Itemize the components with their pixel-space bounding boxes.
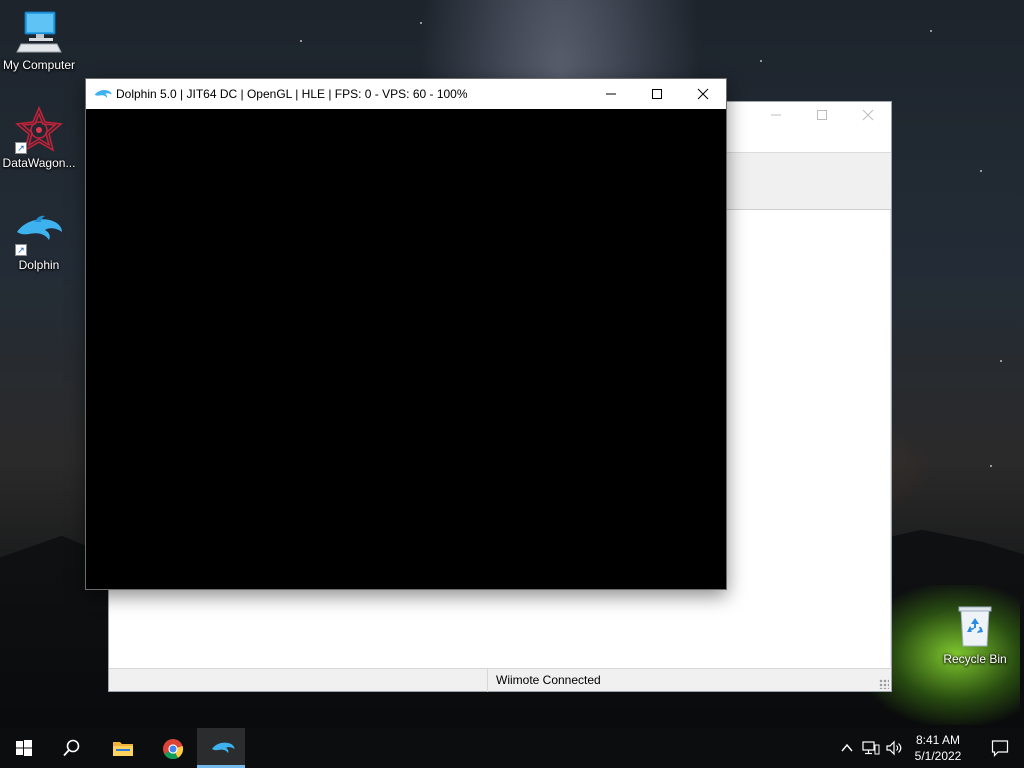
taskbar-clock[interactable]: 8:41 AM 5/1/2022 bbox=[900, 728, 976, 768]
show-hidden-icons-button[interactable] bbox=[838, 728, 856, 768]
maximize-icon bbox=[652, 89, 662, 99]
main-maximize-button[interactable] bbox=[799, 102, 845, 132]
render-maximize-button[interactable] bbox=[634, 79, 680, 109]
desktop-icon-dolphin[interactable]: ↗ Dolphin bbox=[0, 208, 78, 272]
search-button[interactable] bbox=[48, 728, 96, 768]
desktop-icon-label: Recycle Bin bbox=[943, 652, 1007, 666]
chrome-button[interactable] bbox=[148, 728, 196, 768]
wallpaper-star bbox=[420, 22, 422, 24]
desktop-icon-datawagon[interactable]: ↗ DataWagon... bbox=[0, 105, 78, 170]
desktop-icon-label: My Computer bbox=[2, 58, 76, 72]
desktop-icon-recycle-bin[interactable]: Recycle Bin bbox=[936, 602, 1014, 666]
clock-time: 8:41 AM bbox=[915, 733, 961, 747]
main-minimize-button[interactable] bbox=[753, 102, 799, 132]
chrome-icon bbox=[163, 739, 184, 760]
file-explorer-icon bbox=[113, 742, 133, 756]
dolphin-icon bbox=[212, 742, 235, 753]
network-icon bbox=[862, 741, 880, 755]
minimize-icon bbox=[771, 114, 781, 116]
shortcut-arrow-icon: ↗ bbox=[15, 142, 27, 154]
render-window-titlebar[interactable]: Dolphin 5.0 | JIT64 DC | OpenGL | HLE | … bbox=[86, 79, 726, 109]
main-close-button[interactable] bbox=[845, 102, 891, 132]
network-tray-button[interactable] bbox=[860, 728, 882, 768]
close-icon bbox=[862, 109, 874, 121]
wallpaper-star bbox=[760, 60, 762, 62]
desktop-icon-label: Dolphin bbox=[18, 258, 60, 272]
close-icon bbox=[697, 88, 709, 100]
file-explorer-button[interactable] bbox=[98, 728, 146, 768]
notification-icon bbox=[991, 740, 1009, 757]
maximize-icon bbox=[817, 110, 827, 120]
minimize-icon bbox=[606, 93, 616, 95]
start-icon bbox=[16, 740, 32, 756]
search-icon bbox=[63, 739, 80, 757]
recycle-bin-icon bbox=[951, 602, 999, 650]
clock-date: 5/1/2022 bbox=[914, 749, 962, 763]
computer-icon bbox=[15, 8, 63, 56]
start-button[interactable] bbox=[0, 728, 48, 768]
dolphin-render-window[interactable]: Dolphin 5.0 | JIT64 DC | OpenGL | HLE | … bbox=[85, 78, 727, 590]
render-close-button[interactable] bbox=[680, 79, 726, 109]
status-text: Wiimote Connected bbox=[487, 669, 601, 692]
wallpaper-star bbox=[930, 30, 932, 32]
desktop-icon-my-computer[interactable]: My Computer bbox=[0, 8, 78, 72]
wallpaper-star bbox=[990, 465, 992, 467]
status-bar: Wiimote Connected bbox=[109, 668, 891, 692]
wallpaper-star bbox=[1000, 360, 1002, 362]
resize-grip[interactable] bbox=[879, 679, 889, 689]
datawagon-icon: ↗ bbox=[15, 105, 63, 154]
dolphin-icon: ↗ bbox=[15, 208, 63, 256]
chevron-up-icon bbox=[841, 743, 853, 752]
render-output[interactable] bbox=[86, 109, 726, 589]
shortcut-arrow-icon: ↗ bbox=[15, 244, 27, 256]
action-center-button[interactable] bbox=[976, 728, 1024, 768]
desktop-icon-label: DataWagon... bbox=[2, 156, 76, 170]
render-minimize-button[interactable] bbox=[588, 79, 634, 109]
taskbar: 8:41 AM 5/1/2022 bbox=[0, 728, 1024, 768]
render-window-title: Dolphin 5.0 | JIT64 DC | OpenGL | HLE | … bbox=[116, 87, 468, 101]
dolphin-taskbar-button[interactable] bbox=[197, 728, 245, 768]
wallpaper-star bbox=[300, 40, 302, 42]
dolphin-icon bbox=[94, 86, 112, 102]
wallpaper-star bbox=[980, 170, 982, 172]
